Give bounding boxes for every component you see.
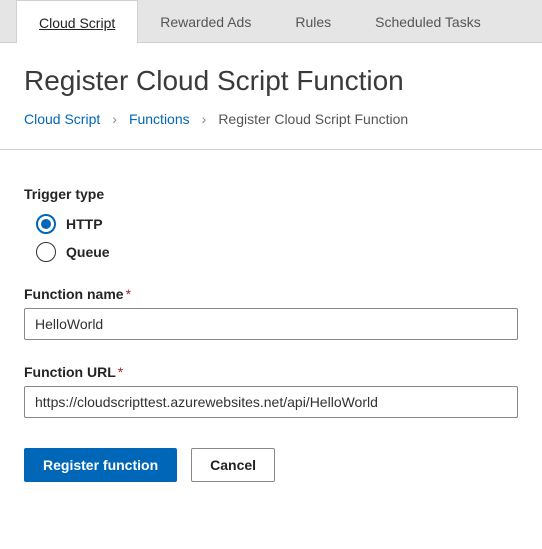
function-url-label-text: Function URL	[24, 364, 116, 380]
function-name-input[interactable]	[24, 308, 518, 340]
required-indicator: *	[118, 364, 123, 380]
breadcrumb-current: Register Cloud Script Function	[218, 111, 408, 127]
cancel-button[interactable]: Cancel	[191, 448, 275, 482]
breadcrumb-separator: ›	[202, 111, 207, 127]
trigger-queue-option[interactable]: Queue	[36, 242, 518, 262]
breadcrumb-functions[interactable]: Functions	[129, 111, 190, 127]
trigger-http-label: HTTP	[66, 216, 103, 232]
breadcrumb-separator: ›	[112, 111, 117, 127]
register-function-button[interactable]: Register function	[24, 448, 177, 482]
page-title: Register Cloud Script Function	[24, 65, 518, 97]
tab-rewarded-ads[interactable]: Rewarded Ads	[138, 0, 273, 42]
trigger-http-option[interactable]: HTTP	[36, 214, 518, 234]
function-url-label: Function URL*	[24, 364, 123, 380]
tab-bar: Cloud Script Rewarded Ads Rules Schedule…	[0, 0, 542, 43]
radio-checked-icon	[36, 214, 56, 234]
tab-cloud-script[interactable]: Cloud Script	[16, 0, 138, 43]
trigger-queue-label: Queue	[66, 244, 110, 260]
breadcrumb-cloud-script[interactable]: Cloud Script	[24, 111, 100, 127]
function-name-label-text: Function name	[24, 286, 124, 302]
radio-unchecked-icon	[36, 242, 56, 262]
trigger-type-label: Trigger type	[24, 186, 518, 202]
tab-scheduled-tasks[interactable]: Scheduled Tasks	[353, 0, 503, 42]
breadcrumb: Cloud Script › Functions › Register Clou…	[0, 111, 542, 150]
tab-rules[interactable]: Rules	[273, 0, 353, 42]
function-url-input[interactable]	[24, 386, 518, 418]
required-indicator: *	[126, 286, 131, 302]
function-name-label: Function name*	[24, 286, 131, 302]
